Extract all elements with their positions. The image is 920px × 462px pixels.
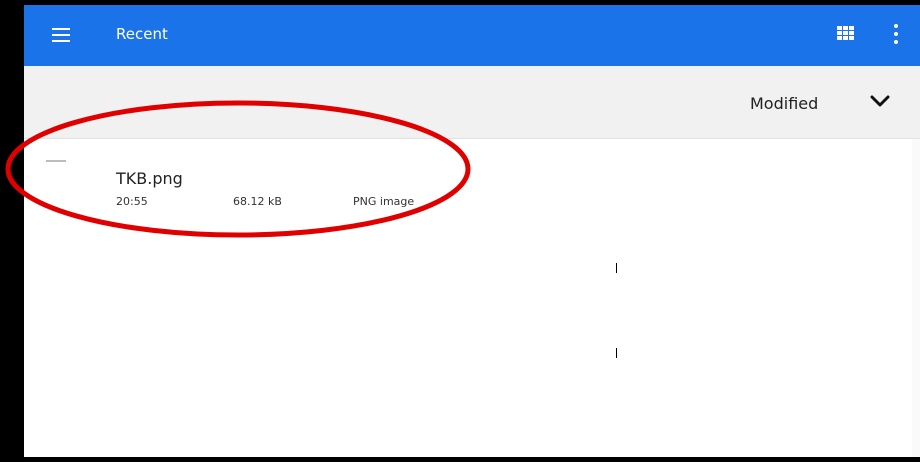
sort-label[interactable]: Modified (750, 94, 818, 113)
divider-tick (616, 263, 617, 273)
scroll-edge (912, 139, 920, 457)
more-vert-icon[interactable] (894, 24, 898, 44)
chevron-down-icon[interactable] (869, 93, 891, 109)
hamburger-menu-icon[interactable] (52, 28, 70, 42)
app-bar: Recent (24, 5, 920, 66)
page-title: Recent (116, 25, 168, 43)
divider-tick (616, 348, 617, 358)
annotation-ellipse (5, 100, 471, 238)
grid-view-icon[interactable] (837, 26, 854, 41)
